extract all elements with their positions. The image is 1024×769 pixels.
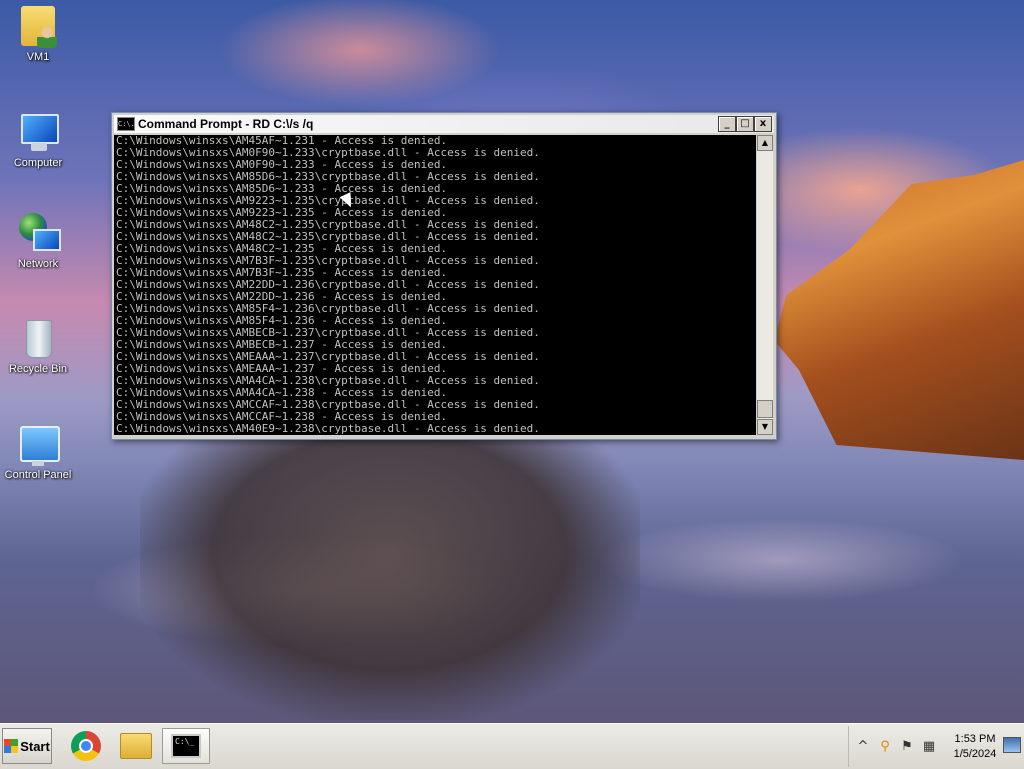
- window-titlebar[interactable]: C:\. Command Prompt - RD C:\/s /q _ □ x: [114, 115, 774, 133]
- vertical-scrollbar[interactable]: ▲ ▼: [757, 135, 773, 435]
- console-line: C:\Windows\winsxs\AM40E9~1.238\cryptbase…: [116, 422, 540, 435]
- desktop-icon-vm1[interactable]: VM1: [0, 6, 76, 63]
- desktop-icon-computer[interactable]: Computer: [0, 112, 76, 169]
- start-label: Start: [20, 738, 50, 754]
- system-tray: ^ ⚲ ⚑ ▦ 1:53 PM 1/5/2024: [848, 726, 1024, 767]
- desktop-icon-network[interactable]: Network: [0, 213, 76, 270]
- desktop-icon-control-panel[interactable]: Control Panel: [0, 424, 76, 481]
- taskbar: Start C:\_ ^ ⚲ ⚑ ▦ 1:53 PM 1/5/2024: [0, 723, 1024, 769]
- show-hidden-icons-chevron-icon[interactable]: ^: [855, 739, 871, 755]
- scroll-up-button[interactable]: ▲: [757, 135, 773, 151]
- cmd-icon: C:\_: [171, 734, 201, 758]
- console-output[interactable]: C:\Windows\winsxs\AM45AF~1.231 - Access …: [114, 135, 756, 435]
- folder-icon: [120, 733, 152, 759]
- taskbar-command-prompt[interactable]: C:\_: [162, 728, 210, 764]
- maximize-button[interactable]: □: [736, 116, 754, 132]
- wallpaper-cliff: [774, 160, 1024, 460]
- taskbar-file-explorer[interactable]: [112, 728, 160, 764]
- search-icon[interactable]: ⚲: [877, 739, 893, 755]
- action-center-flag-icon[interactable]: ⚑: [899, 739, 915, 755]
- chrome-icon: [71, 731, 101, 761]
- clock-time: 1:53 PM: [954, 733, 996, 745]
- windows-logo-icon: [4, 739, 19, 753]
- network-icon: [17, 213, 61, 255]
- minimize-button[interactable]: _: [718, 116, 736, 132]
- computer-icon: [17, 112, 59, 154]
- desktop-icon-label: Computer: [13, 157, 63, 169]
- desktop-icon-label: Recycle Bin: [8, 363, 68, 375]
- user-folder-icon: [17, 6, 59, 48]
- scroll-thumb[interactable]: [757, 400, 773, 418]
- network-tray-icon[interactable]: ▦: [921, 739, 937, 755]
- desktop: VM1 Computer Network Recycle Bin Control…: [0, 0, 1024, 723]
- window-title: Command Prompt - RD C:\/s /q: [138, 117, 314, 131]
- show-desktop-icon[interactable]: [1003, 737, 1021, 753]
- clock-date: 1/5/2024: [953, 748, 997, 760]
- scroll-down-button[interactable]: ▼: [757, 419, 773, 435]
- cmd-app-icon: C:\.: [117, 117, 135, 131]
- start-button[interactable]: Start: [2, 728, 52, 764]
- taskbar-chrome[interactable]: [62, 728, 110, 764]
- recycle-bin-icon: [17, 318, 59, 360]
- control-panel-icon: [17, 424, 60, 466]
- desktop-icon-label: Network: [17, 258, 59, 270]
- clock[interactable]: 1:53 PM 1/5/2024: [947, 732, 1003, 762]
- wallpaper-rocks: [140, 440, 640, 720]
- desktop-icon-label: Control Panel: [4, 469, 72, 481]
- close-button[interactable]: x: [754, 116, 772, 132]
- desktop-icon-label: VM1: [26, 51, 50, 63]
- command-prompt-window[interactable]: C:\. Command Prompt - RD C:\/s /q _ □ x …: [111, 112, 777, 440]
- desktop-icon-recycle-bin[interactable]: Recycle Bin: [0, 318, 76, 375]
